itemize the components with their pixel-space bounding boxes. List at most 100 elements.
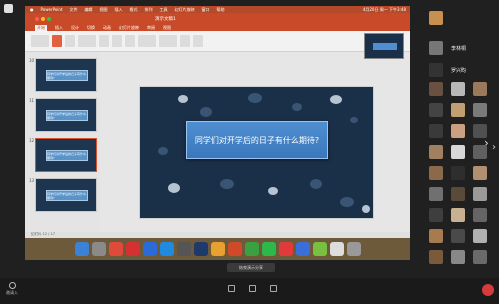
thumbnail-row[interactable]: 12 同学们对开学后的日子有什么期待? [29, 138, 97, 172]
launchpad-icon[interactable] [91, 242, 106, 256]
finder-icon[interactable] [74, 242, 89, 256]
paragraph-group[interactable] [138, 35, 156, 47]
participant-avatar[interactable] [429, 166, 443, 180]
thumbnail-row[interactable]: 11 同学们对开学后的日子有什么期待? [29, 98, 97, 132]
microphone-icon[interactable] [270, 285, 277, 292]
participant-avatar[interactable] [473, 208, 487, 222]
youdao-icon[interactable] [278, 242, 293, 256]
font-family-select[interactable] [78, 35, 96, 47]
participant-avatar[interactable] [451, 208, 465, 222]
menu-item-insert[interactable]: 插入 [115, 7, 123, 13]
layout-button[interactable] [65, 35, 75, 47]
screen-share-icon[interactable] [228, 285, 235, 292]
menu-item-edit[interactable]: 编辑 [85, 7, 93, 13]
tab-insert[interactable]: 插入 [55, 25, 63, 31]
trash-icon[interactable] [346, 242, 361, 256]
bold-button[interactable] [112, 35, 122, 47]
participant-avatar[interactable] [473, 229, 487, 243]
invite-button[interactable]: 邀请入 [6, 282, 18, 296]
slide-thumbnail[interactable]: 同学们对开学后的日子有什么期待? [35, 98, 97, 132]
participant-tile[interactable] [429, 10, 491, 26]
presenter-preview[interactable] [364, 33, 404, 59]
participant-avatar[interactable] [451, 250, 465, 264]
paste-button[interactable] [31, 35, 49, 47]
kugou-icon[interactable] [142, 242, 157, 256]
menu-item-help[interactable]: 帮助 [217, 7, 225, 13]
menu-item-format[interactable]: 格式 [130, 7, 138, 13]
participant-avatar[interactable] [451, 145, 465, 159]
slide-thumbnail[interactable]: 同学们对开学后的日子有什么期待? [35, 178, 97, 212]
photoshop-icon[interactable] [193, 242, 208, 256]
new-slide-button[interactable] [52, 35, 62, 47]
participant-avatar[interactable] [429, 187, 443, 201]
tab-transitions[interactable]: 切换 [87, 25, 95, 31]
participant-avatar[interactable] [429, 250, 443, 264]
menu-item-file[interactable]: 文件 [70, 7, 78, 13]
photos-icon[interactable] [210, 242, 225, 256]
leave-meeting-button[interactable] [482, 284, 494, 296]
slide-canvas[interactable]: 同学们对开学后的日子有什么期待? [140, 87, 373, 218]
wechat-icon[interactable] [261, 242, 276, 256]
participant-avatar[interactable] [451, 103, 465, 117]
participant-avatar[interactable] [473, 145, 487, 159]
tab-slideshow[interactable]: 幻灯片放映 [119, 25, 139, 31]
close-icon[interactable] [35, 16, 39, 21]
video-icon[interactable] [312, 242, 327, 256]
document-icon[interactable] [329, 242, 344, 256]
menu-item-arrange[interactable]: 排列 [145, 7, 153, 13]
menu-item-slideshow[interactable]: 幻灯片放映 [175, 7, 195, 13]
menu-item-view[interactable]: 视图 [100, 7, 108, 13]
participant-avatar[interactable] [451, 229, 465, 243]
shapes-group[interactable] [159, 35, 177, 47]
maximize-icon[interactable] [47, 16, 51, 21]
participant-tile[interactable]: 罗兴昀 [429, 62, 491, 78]
participant-avatar[interactable] [451, 82, 465, 96]
menu-item-app[interactable]: PowerPoint [41, 7, 63, 12]
font-size-select[interactable] [99, 35, 109, 47]
wps-icon[interactable] [244, 242, 259, 256]
stop-sharing-button[interactable]: 结束演示分享 [227, 263, 275, 272]
slide-thumbnail-selected[interactable]: 同学们对开学后的日子有什么期待? [35, 138, 97, 172]
participant-avatar[interactable] [473, 103, 487, 117]
participant-avatar[interactable] [429, 229, 443, 243]
participant-tile[interactable]: 李林桐 [429, 40, 491, 56]
participant-avatar[interactable] [451, 124, 465, 138]
chevron-right-icon[interactable]: › [492, 142, 496, 153]
participant-avatar[interactable] [451, 166, 465, 180]
settings-icon[interactable] [176, 242, 191, 256]
participant-avatar[interactable] [451, 187, 465, 201]
arrange-button[interactable] [180, 35, 190, 47]
tab-home[interactable]: 开始 [35, 24, 47, 31]
participant-avatar[interactable] [473, 82, 487, 96]
participant-avatar[interactable] [473, 124, 487, 138]
tab-review[interactable]: 审阅 [147, 25, 155, 31]
thumbnail-row[interactable]: 10 同学们对开学后的日子有什么期待? [29, 58, 97, 92]
participant-avatar[interactable] [473, 250, 487, 264]
app-store-icon[interactable] [159, 242, 174, 256]
menu-item-tools[interactable]: 工具 [160, 7, 168, 13]
tab-animations[interactable]: 动画 [103, 25, 111, 31]
participant-avatar[interactable] [429, 82, 443, 96]
participant-avatar[interactable] [429, 145, 443, 159]
menu-item-window[interactable]: 窗口 [202, 7, 210, 13]
camera-icon[interactable] [249, 285, 256, 292]
question-textbox[interactable]: 同学们对开学后的日子有什么期待? [186, 121, 328, 159]
quick-styles-button[interactable] [193, 35, 203, 47]
participant-avatar[interactable] [429, 124, 443, 138]
italic-button[interactable] [125, 35, 135, 47]
thumbnail-row[interactable]: 13 同学们对开学后的日子有什么期待? [29, 178, 97, 212]
tab-design[interactable]: 设计 [71, 25, 79, 31]
participant-avatar[interactable] [429, 103, 443, 117]
participant-avatar[interactable] [473, 166, 487, 180]
slide-thumbnail[interactable]: 同学们对开学后的日子有什么期待? [35, 58, 97, 92]
participant-avatar[interactable] [473, 187, 487, 201]
window-menu-icon[interactable] [4, 4, 13, 13]
powerpoint-icon[interactable] [227, 242, 242, 256]
chrome-icon[interactable] [108, 242, 123, 256]
zoom-icon[interactable] [295, 242, 310, 256]
tab-view[interactable]: 视图 [163, 25, 171, 31]
apple-icon[interactable]: ● [30, 7, 34, 12]
music-icon[interactable] [125, 242, 140, 256]
participant-avatar[interactable] [429, 208, 443, 222]
minimize-icon[interactable] [41, 16, 45, 21]
